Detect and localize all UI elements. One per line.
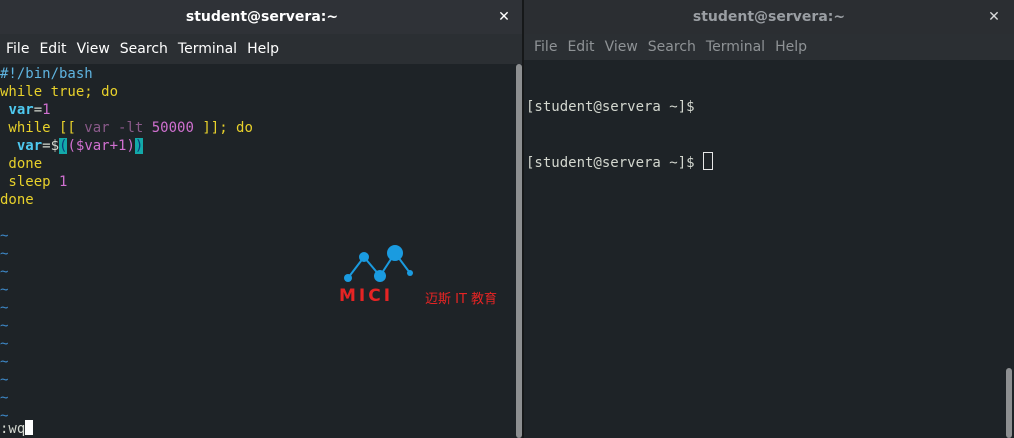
watermark-logo: MICI 迈斯 IT 教育 <box>337 240 517 310</box>
code-token: ~ <box>0 228 9 244</box>
code-line: var=$(($var+1)) <box>0 137 514 155</box>
menu-help[interactable]: Help <box>245 41 287 57</box>
menu-edit[interactable]: Edit <box>37 41 74 57</box>
code-token: var <box>16 138 43 154</box>
code-token: ( <box>67 138 76 154</box>
menu-terminal[interactable]: Terminal <box>704 39 773 55</box>
menu-file[interactable]: File <box>4 41 37 57</box>
right-terminal-window: student@servera:~ ✕ File Edit View Searc… <box>524 0 1014 438</box>
code-token: =$ <box>42 138 60 154</box>
code-token: ~ <box>0 264 9 280</box>
vim-command-line[interactable]: :wq <box>0 420 514 438</box>
code-token: = <box>33 102 43 118</box>
code-line: done <box>0 191 514 209</box>
left-window-title: student@servera:~ <box>185 9 339 25</box>
code-token: ~ <box>0 246 9 262</box>
code-token: ~ <box>0 282 9 298</box>
menu-edit[interactable]: Edit <box>565 39 602 55</box>
watermark-subtext: 迈斯 IT 教育 <box>425 292 498 307</box>
code-token: var <box>8 102 34 118</box>
menu-view[interactable]: View <box>603 39 646 55</box>
code-line: sleep 1 <box>0 173 514 191</box>
code-line: while true; do <box>0 83 514 101</box>
watermark-graph-icon <box>344 245 413 282</box>
shell-prompt-line: [student@servera ~]$ <box>526 152 1004 171</box>
menu-search[interactable]: Search <box>118 41 176 57</box>
code-token: -lt <box>109 120 152 136</box>
text-cursor <box>703 152 714 170</box>
vim-empty-line-marker: ~ <box>0 353 514 371</box>
code-token: ) <box>126 138 135 154</box>
code-token: #!/bin/bash <box>0 66 93 82</box>
code-token: ~ <box>0 318 9 334</box>
code-token: 1 <box>59 174 68 190</box>
menu-help[interactable]: Help <box>773 39 815 55</box>
code-token: ~ <box>0 336 9 352</box>
code-line: #!/bin/bash <box>0 65 514 83</box>
code-token: ) <box>134 138 144 154</box>
close-icon[interactable]: ✕ <box>986 0 1002 34</box>
code-token: $var <box>75 138 110 154</box>
menu-view[interactable]: View <box>75 41 118 57</box>
right-titlebar[interactable]: student@servera:~ ✕ <box>524 0 1014 34</box>
menu-file[interactable]: File <box>532 39 565 55</box>
code-token: ]]; do <box>193 120 253 136</box>
watermark-text: MICI <box>339 286 394 306</box>
left-menubar: File Edit View Search Terminal Help <box>0 34 524 64</box>
code-token: sleep <box>0 174 60 190</box>
right-menubar: File Edit View Search Terminal Help <box>524 34 1014 60</box>
right-window-title: student@servera:~ <box>692 9 846 25</box>
left-terminal-window: student@servera:~ ✕ File Edit View Searc… <box>0 0 524 438</box>
code-line: done <box>0 155 514 173</box>
shell-prompt-text: [student@servera ~]$ <box>526 155 704 171</box>
code-token: done <box>0 156 43 172</box>
code-token: +1 <box>109 138 127 154</box>
code-token: 50000 <box>151 120 194 136</box>
right-scrollbar-thumb[interactable] <box>1006 368 1012 438</box>
code-token: ~ <box>0 390 9 406</box>
vim-empty-line-marker: ~ <box>0 317 514 335</box>
vim-empty-line-marker: ~ <box>0 371 514 389</box>
code-token: while true; do <box>0 84 119 100</box>
code-line: while [[ var -lt 50000 ]]; do <box>0 119 514 137</box>
right-scrollbar[interactable] <box>1004 60 1014 438</box>
vim-command-text: :wq <box>0 421 26 437</box>
vim-empty-line-marker: ~ <box>0 335 514 353</box>
left-titlebar[interactable]: student@servera:~ ✕ <box>0 0 524 34</box>
code-token: done <box>0 192 34 208</box>
code-line: var=1 <box>0 101 514 119</box>
shell-output[interactable]: [student@servera ~]$ [student@servera ~]… <box>526 62 1004 206</box>
menu-terminal[interactable]: Terminal <box>176 41 245 57</box>
code-token: 1 <box>42 102 51 118</box>
code-token: var <box>84 120 110 136</box>
vim-empty-line-marker: ~ <box>0 389 514 407</box>
code-token: while [[ <box>0 120 85 136</box>
code-token: ~ <box>0 372 9 388</box>
menu-search[interactable]: Search <box>646 39 704 55</box>
text-cursor <box>25 420 34 435</box>
close-icon[interactable]: ✕ <box>496 0 512 34</box>
code-token: ~ <box>0 354 9 370</box>
shell-prompt-line: [student@servera ~]$ <box>526 99 695 115</box>
code-token: ~ <box>0 300 9 316</box>
